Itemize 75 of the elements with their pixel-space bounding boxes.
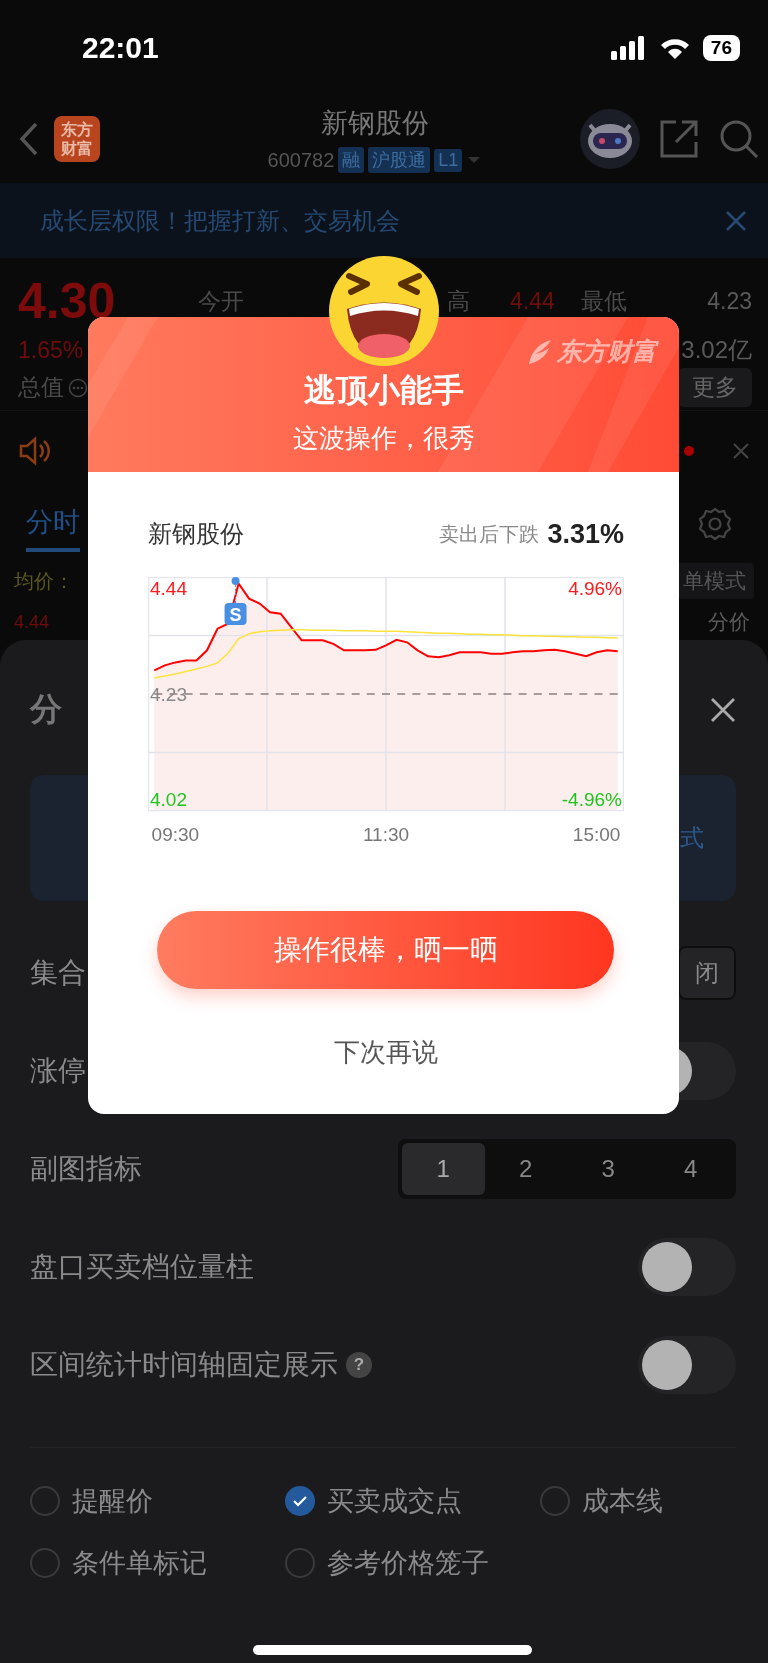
laughing-face-icon bbox=[327, 254, 441, 368]
stock-name: 新钢股份 bbox=[148, 519, 244, 549]
battery-level: 76 bbox=[702, 34, 740, 61]
stat-label: 最低 bbox=[580, 286, 627, 316]
share-button[interactable]: 操作很棒，晒一晒 bbox=[157, 911, 614, 989]
percent-axis-label: -4.96% bbox=[561, 788, 622, 810]
stat-label: 总值 bbox=[18, 373, 64, 402]
setting-label: 副图指标 bbox=[30, 1152, 142, 1186]
more-button[interactable]: 更多 bbox=[678, 368, 752, 407]
tag: 沪股通 bbox=[368, 147, 431, 173]
robot-avatar-icon[interactable] bbox=[580, 109, 640, 169]
checkbox[interactable] bbox=[285, 1486, 315, 1516]
percent-axis-label: 4.96% bbox=[568, 578, 622, 600]
stat-value: 4.23 bbox=[707, 287, 752, 315]
chart-tab[interactable]: 分时 bbox=[26, 495, 80, 552]
speaker-icon bbox=[18, 436, 52, 466]
later-button[interactable]: 下次再说 bbox=[328, 1034, 444, 1071]
setting-label: 涨停 bbox=[30, 1054, 86, 1088]
x-axis-label: 09:30 bbox=[151, 824, 200, 845]
checkbox-label: 提醒价 bbox=[72, 1485, 153, 1518]
x-axis-label: 15:00 bbox=[572, 824, 621, 845]
segment-button[interactable]: 4 bbox=[649, 1143, 732, 1195]
checkbox-label: 参考价格笼子 bbox=[327, 1547, 489, 1580]
checkbox[interactable] bbox=[30, 1486, 60, 1516]
notification-dot bbox=[684, 446, 694, 456]
tag: 融 bbox=[338, 147, 365, 173]
x-axis-label: 11:30 bbox=[362, 824, 410, 845]
dialog-subtitle: 这波操作，很秀 bbox=[292, 422, 475, 455]
signal-icon bbox=[610, 35, 647, 60]
result-value: 3.31% bbox=[547, 518, 624, 550]
stat-label: 今开 bbox=[198, 286, 244, 316]
stock-code: 600782 bbox=[267, 148, 335, 172]
result-label: 卖出后下跌 bbox=[439, 521, 540, 547]
segment-button[interactable]: 1 bbox=[402, 1143, 485, 1195]
checkbox-label: 买卖成交点 bbox=[327, 1485, 462, 1518]
caret-icon[interactable] bbox=[466, 155, 483, 165]
more-icon[interactable] bbox=[68, 377, 88, 398]
option-button[interactable]: 闭 bbox=[678, 946, 736, 1000]
y-axis-label: 4.44 bbox=[150, 578, 187, 600]
back-icon[interactable] bbox=[18, 121, 40, 157]
checkbox[interactable] bbox=[30, 1548, 60, 1578]
stat-value: 4.44 bbox=[510, 287, 555, 315]
setting-label: 盘口买卖档位量柱 bbox=[30, 1250, 254, 1284]
settings-icon[interactable] bbox=[698, 506, 732, 541]
check-icon bbox=[292, 1495, 308, 1507]
setting-label: 集合 bbox=[30, 956, 86, 990]
checkbox[interactable] bbox=[540, 1486, 570, 1516]
y-axis-label: 4.02 bbox=[150, 788, 187, 810]
checkbox-label: 条件单标记 bbox=[72, 1547, 207, 1580]
stock-title: 新钢股份 bbox=[321, 107, 429, 140]
close-icon[interactable] bbox=[710, 697, 736, 723]
mode-card-text: 式 bbox=[680, 823, 704, 853]
clock: 22:01 bbox=[82, 30, 159, 65]
segment-button[interactable]: 3 bbox=[567, 1143, 650, 1195]
split-price-label[interactable]: 分价 bbox=[708, 608, 750, 636]
share-icon[interactable] bbox=[658, 118, 700, 160]
search-icon[interactable] bbox=[718, 118, 760, 160]
current-price: 4.30 bbox=[18, 272, 117, 330]
dialog-title: 逃顶小能手 bbox=[303, 371, 464, 410]
help-icon[interactable]: ? bbox=[346, 1352, 372, 1378]
stat-label: 高 bbox=[447, 286, 470, 316]
average-price-label: 均价： bbox=[14, 568, 74, 594]
brand-logo-text: 东方财富 bbox=[557, 336, 657, 367]
segment-button[interactable]: 2 bbox=[484, 1143, 567, 1195]
checkbox[interactable] bbox=[285, 1548, 315, 1578]
y-axis-label: 4.23 bbox=[150, 683, 187, 705]
price-label: 4.44 bbox=[14, 611, 50, 633]
app-logo: 东方财富 bbox=[54, 116, 100, 162]
stat-value: 3.02亿 bbox=[681, 335, 752, 365]
checkbox-label: 成本线 bbox=[582, 1485, 663, 1518]
setting-label: 区间统计时间轴固定展示 bbox=[30, 1348, 338, 1382]
change-percent: 1.65% bbox=[18, 336, 84, 364]
tag: L1 bbox=[434, 148, 463, 172]
annotation: S bbox=[229, 605, 242, 625]
sheet-title: 分 bbox=[30, 690, 62, 729]
